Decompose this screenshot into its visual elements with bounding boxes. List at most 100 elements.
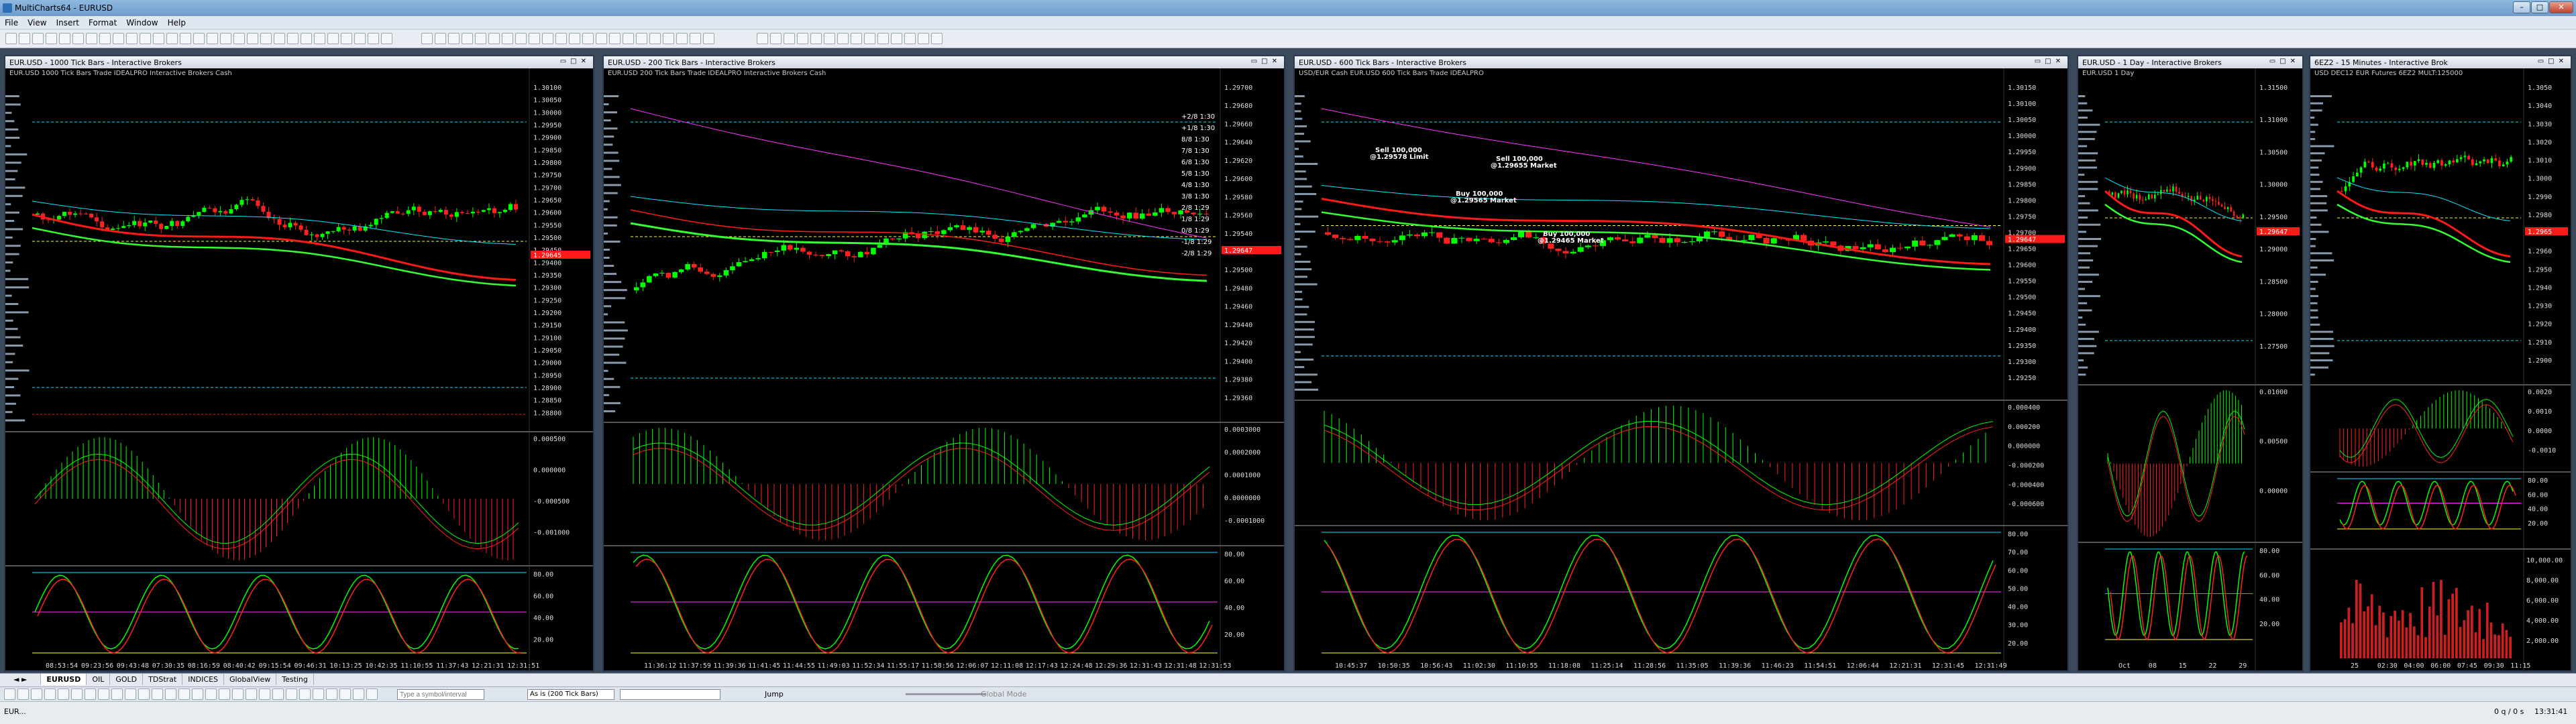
drawing-tool-3[interactable] <box>44 688 56 700</box>
toolbar-button-2[interactable] <box>32 33 44 44</box>
chart-window-controls[interactable]: ▭□✕ <box>560 58 590 65</box>
chart-window-c1[interactable]: EUR.USD - 1000 Tick Bars - Interactive B… <box>4 55 594 672</box>
toolbar-button-61[interactable] <box>891 33 902 44</box>
chart-title[interactable]: EUR.USD - 1 Day - Interactive Brokers ▭□✕ <box>2078 56 2302 68</box>
toolbar-button-21[interactable] <box>287 33 299 44</box>
toolbar-button-6[interactable] <box>86 33 97 44</box>
menu-file[interactable]: File <box>0 16 23 29</box>
toolbar-button-15[interactable] <box>207 33 218 44</box>
menu-insert[interactable]: Insert <box>52 16 84 29</box>
tab-eurusd[interactable]: EURUSD <box>41 674 87 685</box>
toolbar-button-64[interactable] <box>931 33 943 44</box>
toolbar-button-48[interactable] <box>676 33 688 44</box>
chart-title[interactable]: EUR.USD - 1000 Tick Bars - Interactive B… <box>5 56 593 68</box>
drawing-tool-8[interactable] <box>111 688 123 700</box>
toolbar-button-57[interactable] <box>837 33 849 44</box>
symbol-input[interactable] <box>397 689 484 700</box>
drawing-tool-16[interactable] <box>219 688 230 700</box>
chart-window-controls[interactable]: ▭□✕ <box>2538 58 2568 65</box>
toolbar-button-27[interactable] <box>368 33 379 44</box>
toolbar-button-14[interactable] <box>193 33 205 44</box>
drawing-tool-26[interactable] <box>353 688 364 700</box>
drawing-tool-12[interactable] <box>165 688 176 700</box>
toolbar-button-7[interactable] <box>99 33 111 44</box>
chart-window-c3[interactable]: EUR.USD - 600 Tick Bars - Interactive Br… <box>1293 55 2069 672</box>
toolbar-button-40[interactable] <box>569 33 580 44</box>
toolbar-button-53[interactable] <box>784 33 795 44</box>
toolbar-button-30[interactable] <box>435 33 446 44</box>
drawing-tool-9[interactable] <box>125 688 136 700</box>
toolbar-button-31[interactable] <box>448 33 460 44</box>
tab-oil[interactable]: OIL <box>87 674 111 685</box>
toolbar-button-52[interactable] <box>770 33 782 44</box>
chart-title[interactable]: 6EZ2 - 15 Minutes - Interactive Brok ▭□✕ <box>2310 56 2571 68</box>
chart-title[interactable]: EUR.USD - 200 Tick Bars - Interactive Br… <box>604 56 1284 68</box>
zoom-slider[interactable] <box>906 693 986 695</box>
drawing-tool-21[interactable] <box>286 688 297 700</box>
drawing-tool-5[interactable] <box>71 688 83 700</box>
drawing-tool-10[interactable] <box>138 688 150 700</box>
chart-canvas[interactable]: 1.29700 1.29680 1.29660 1.29640 1.29620 1.296… <box>604 68 1284 672</box>
drawing-tool-27[interactable] <box>366 688 378 700</box>
toolbar-button-46[interactable] <box>649 33 661 44</box>
toolbar-button-3[interactable] <box>46 33 57 44</box>
resolution-select[interactable]: As is (200 Tick Bars) <box>527 689 614 700</box>
toolbar-button-54[interactable] <box>797 33 808 44</box>
toolbar-button-59[interactable] <box>864 33 875 44</box>
toolbar-button-35[interactable] <box>502 33 513 44</box>
toolbar-button-62[interactable] <box>904 33 916 44</box>
chart-canvas[interactable]: 1.30100 1.30050 1.30000 1.29950 1.29900 1.298… <box>5 68 593 672</box>
drawing-tool-24[interactable] <box>326 688 337 700</box>
menu-format[interactable]: Format <box>84 16 121 29</box>
toolbar-button-11[interactable] <box>153 33 164 44</box>
toolbar-button-60[interactable] <box>877 33 889 44</box>
drawing-tool-14[interactable] <box>192 688 203 700</box>
toolbar-button-1[interactable] <box>19 33 30 44</box>
menu-view[interactable]: View <box>23 16 51 29</box>
toolbar-button-41[interactable] <box>582 33 594 44</box>
toolbar-button-50[interactable] <box>703 33 714 44</box>
toolbar-button-26[interactable] <box>354 33 366 44</box>
chart-canvas[interactable]: 1.3050 1.3040 1.3030 1.3020 1.3010 1.3000 1.29… <box>2310 68 2571 672</box>
maximize-button[interactable]: □ <box>2531 1 2548 13</box>
toolbar-button-22[interactable] <box>301 33 312 44</box>
toolbar-button-51[interactable] <box>757 33 768 44</box>
toolbar-button-29[interactable] <box>421 33 433 44</box>
toolbar-button-56[interactable] <box>824 33 835 44</box>
drawing-tool-20[interactable] <box>272 688 284 700</box>
chart-window-controls[interactable]: ▭□✕ <box>2035 58 2065 65</box>
chart-window-c5[interactable]: 6EZ2 - 15 Minutes - Interactive Brok ▭□✕ U… <box>2309 55 2572 672</box>
tab-gold[interactable]: GOLD <box>110 674 144 685</box>
drawing-tool-18[interactable] <box>246 688 257 700</box>
drawing-tool-7[interactable] <box>98 688 109 700</box>
chart-canvas[interactable]: 1.30150 1.30100 1.30050 1.30000 1.29950 1.299… <box>1295 68 2068 672</box>
close-button[interactable]: ✕ <box>2549 1 2573 13</box>
toolbar-button-36[interactable] <box>515 33 527 44</box>
drawing-tool-1[interactable] <box>17 688 29 700</box>
toolbar-button-33[interactable] <box>475 33 486 44</box>
drawing-tool-17[interactable] <box>232 688 244 700</box>
toolbar-button-55[interactable] <box>810 33 822 44</box>
toolbar-button-18[interactable] <box>247 33 258 44</box>
toolbar-button-38[interactable] <box>542 33 553 44</box>
toolbar-button-63[interactable] <box>918 33 929 44</box>
toolbar-button-28[interactable] <box>381 33 392 44</box>
tab-indices[interactable]: INDICES <box>182 674 225 685</box>
toolbar-button-20[interactable] <box>274 33 285 44</box>
tab-tdstrat[interactable]: TDStrat <box>143 674 183 685</box>
chart-window-controls[interactable]: ▭□✕ <box>1251 58 1281 65</box>
toolbar-button-58[interactable] <box>851 33 862 44</box>
tab-testing[interactable]: Testing <box>276 674 314 685</box>
toolbar-button-8[interactable] <box>113 33 124 44</box>
toolbar-button-37[interactable] <box>529 33 540 44</box>
menu-help[interactable]: Help <box>163 16 191 29</box>
toolbar-button-32[interactable] <box>462 33 473 44</box>
chart-window-c4[interactable]: EUR.USD - 1 Day - Interactive Brokers ▭□✕… <box>2077 55 2304 672</box>
tab-nav-arrows[interactable]: ◄ ► <box>0 674 42 685</box>
toolbar-button-45[interactable] <box>636 33 647 44</box>
toolbar-button-17[interactable] <box>233 33 245 44</box>
drawing-tool-22[interactable] <box>299 688 311 700</box>
toolbar-button-0[interactable] <box>5 33 17 44</box>
drawing-tool-4[interactable] <box>58 688 69 700</box>
drawing-tool-25[interactable] <box>339 688 351 700</box>
